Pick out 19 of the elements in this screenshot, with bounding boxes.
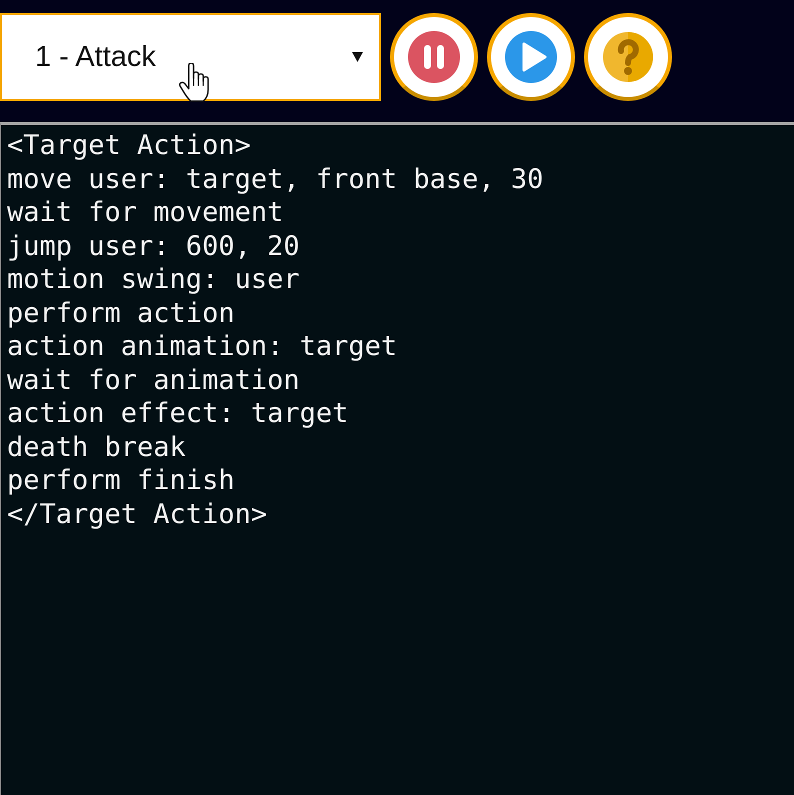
- caret-icon: [352, 52, 363, 62]
- help-icon: [603, 32, 653, 82]
- code-line: perform action: [7, 296, 235, 330]
- hand-cursor-icon: [179, 63, 212, 102]
- play-icon: [505, 31, 557, 83]
- code-line: <Target Action>: [7, 129, 251, 162]
- code-line: action animation: target: [7, 330, 398, 364]
- action-select[interactable]: 1 - Attack: [0, 13, 381, 101]
- code-line: action effect: target: [7, 397, 348, 430]
- code-line: perform finish: [7, 464, 235, 498]
- code-line: </Target Action>: [7, 498, 268, 531]
- code-line: jump user: 600, 20: [7, 230, 300, 263]
- pause-icon: [408, 31, 460, 83]
- code-line: wait for animation: [7, 364, 300, 397]
- code-line: move user: target, front base, 30: [7, 162, 544, 196]
- code-line: motion swing: user: [7, 263, 300, 296]
- code-editor[interactable]: [0, 122, 794, 795]
- code-line: wait for movement: [7, 196, 284, 230]
- code-line: death break: [7, 430, 186, 464]
